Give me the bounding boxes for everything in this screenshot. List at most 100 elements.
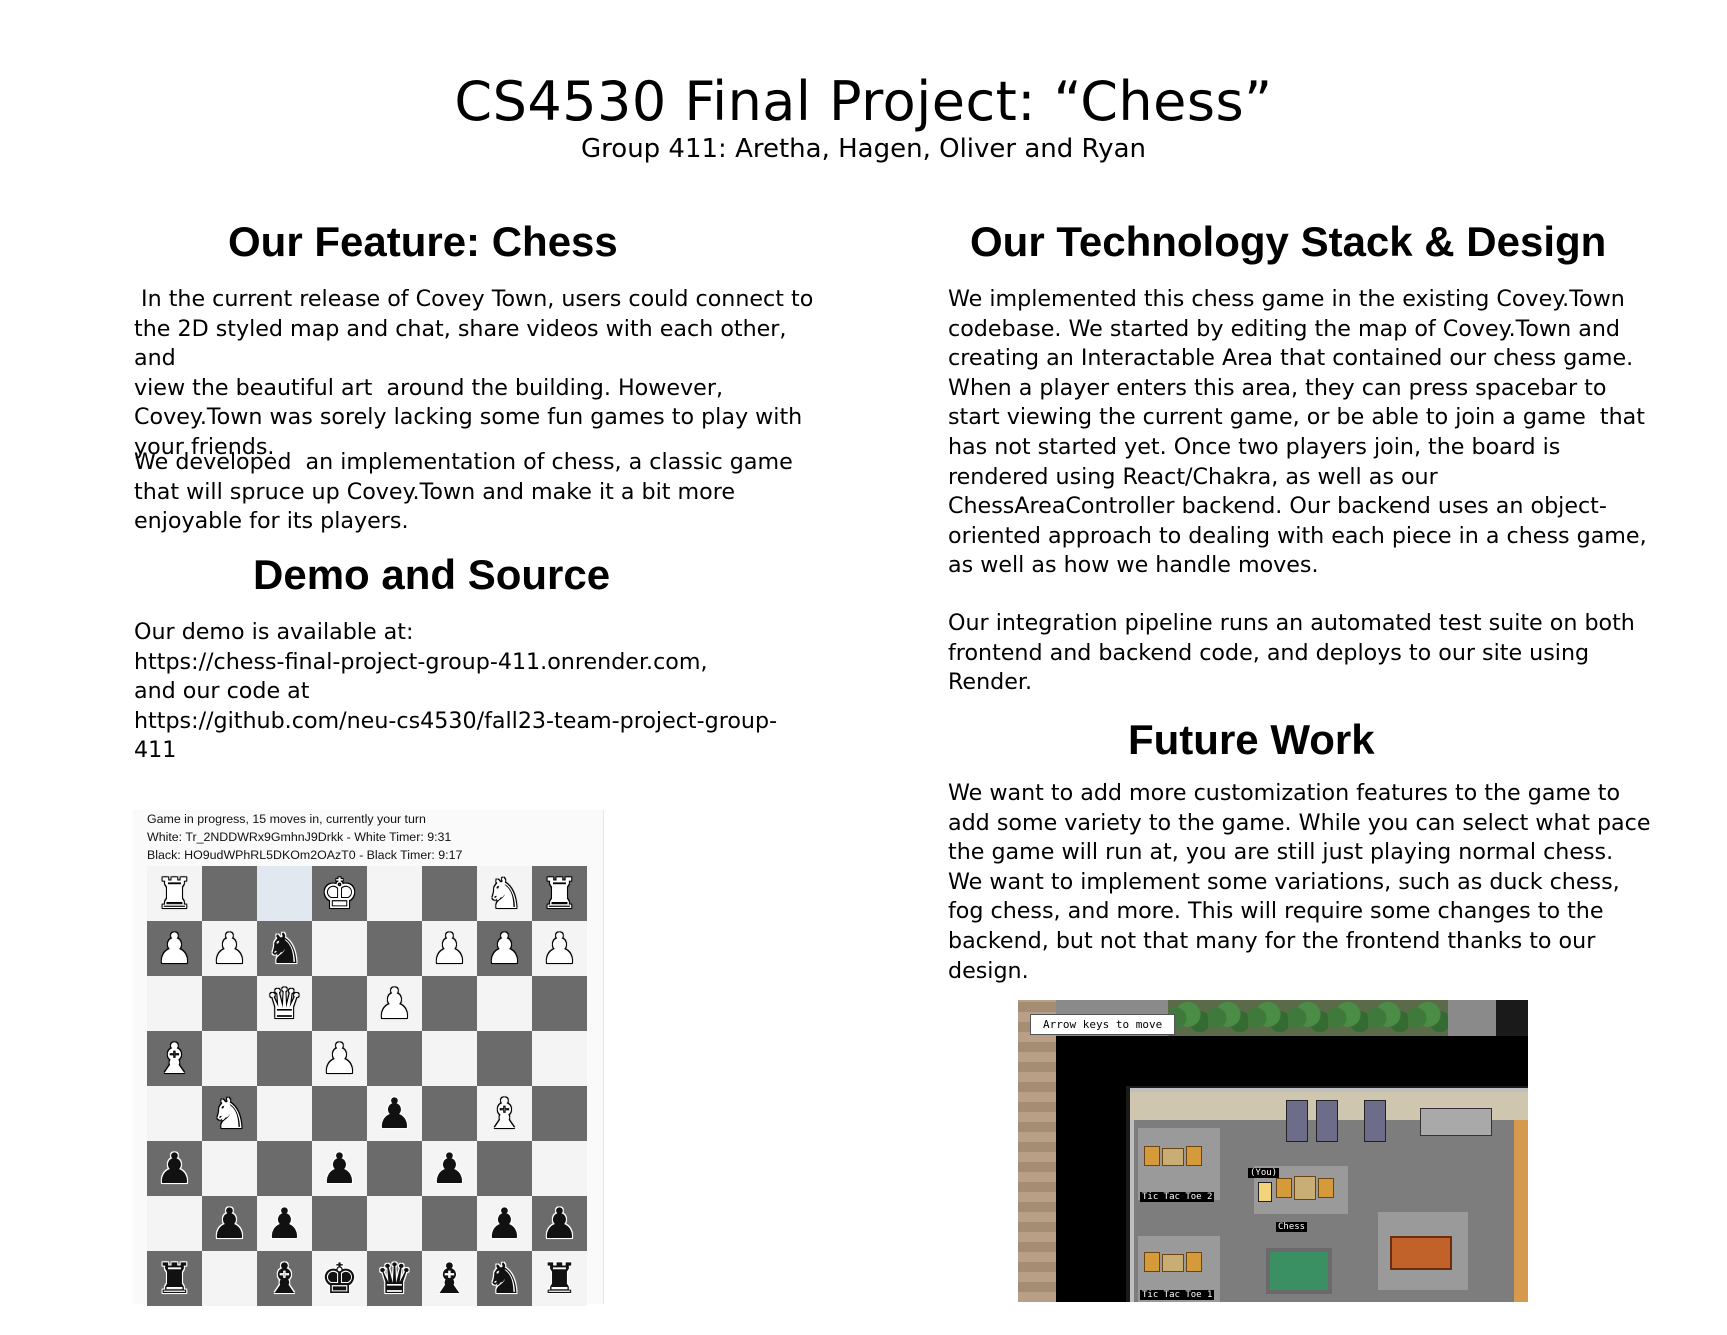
board-square[interactable]: [312, 976, 367, 1031]
board-square[interactable]: [202, 1031, 257, 1086]
board-square[interactable]: ♞: [257, 921, 312, 976]
white-rook-icon[interactable]: ♜: [541, 872, 579, 915]
board-square[interactable]: ♚: [312, 866, 367, 921]
code-link[interactable]: https://github.com/neu-cs4530/fall23-tea…: [134, 707, 814, 737]
board-square[interactable]: ♟: [477, 921, 532, 976]
white-knight-icon[interactable]: ♞: [211, 1092, 249, 1135]
chess-board[interactable]: ♜ ♚ ♞ ♜ ♟ ♟ ♞ ♟ ♟ ♟ ♛ ♟ ♝ ♟ ♞ ♟ ♝ ♟ ♟ ♟ ♟ ♟ ♟ ♟ ♜ ♝ ♚ ♛ ♝ ♞ ♜: [147, 866, 587, 1306]
board-square[interactable]: ♟: [202, 921, 257, 976]
board-square[interactable]: ♟: [202, 1196, 257, 1251]
board-square[interactable]: [367, 866, 422, 921]
board-square[interactable]: [367, 1196, 422, 1251]
board-square[interactable]: [477, 1141, 532, 1196]
board-square[interactable]: ♟: [422, 921, 477, 976]
white-pawn-icon[interactable]: ♟: [376, 982, 414, 1025]
board-square[interactable]: ♝: [147, 1031, 202, 1086]
white-king-icon[interactable]: ♚: [321, 872, 359, 915]
board-square[interactable]: [532, 1031, 587, 1086]
board-square[interactable]: ♜: [532, 1251, 587, 1306]
white-pawn-icon[interactable]: ♟: [541, 927, 579, 970]
white-knight-icon[interactable]: ♞: [486, 872, 524, 915]
board-square[interactable]: [532, 976, 587, 1031]
board-square[interactable]: [257, 866, 312, 921]
board-square[interactable]: [532, 1086, 587, 1141]
black-rook-icon[interactable]: ♜: [156, 1257, 194, 1300]
board-square[interactable]: ♟: [477, 1196, 532, 1251]
board-square[interactable]: [422, 976, 477, 1031]
board-square[interactable]: [312, 1086, 367, 1141]
board-square[interactable]: ♞: [477, 1251, 532, 1306]
board-square[interactable]: ♚: [312, 1251, 367, 1306]
board-square[interactable]: ♟: [367, 976, 422, 1031]
white-pawn-icon[interactable]: ♟: [321, 1037, 359, 1080]
black-pawn-icon[interactable]: ♟: [431, 1147, 469, 1190]
board-square[interactable]: [422, 1086, 477, 1141]
board-square[interactable]: [147, 976, 202, 1031]
code-link-continued[interactable]: 411: [134, 736, 814, 766]
board-square[interactable]: ♟: [147, 921, 202, 976]
black-pawn-icon[interactable]: ♟: [211, 1202, 249, 1245]
board-square[interactable]: ♟: [422, 1141, 477, 1196]
black-bishop-icon[interactable]: ♝: [431, 1257, 469, 1300]
white-queen-icon[interactable]: ♛: [266, 982, 304, 1025]
white-pawn-icon[interactable]: ♟: [486, 927, 524, 970]
board-square[interactable]: ♝: [422, 1251, 477, 1306]
board-square[interactable]: [147, 1196, 202, 1251]
board-square[interactable]: ♜: [147, 1251, 202, 1306]
board-square[interactable]: [202, 866, 257, 921]
black-bishop-icon[interactable]: ♝: [266, 1257, 304, 1300]
black-king-icon[interactable]: ♚: [321, 1257, 359, 1300]
board-square[interactable]: [202, 976, 257, 1031]
black-pawn-icon[interactable]: ♟: [321, 1147, 359, 1190]
board-square[interactable]: [147, 1086, 202, 1141]
board-square[interactable]: ♜: [147, 866, 202, 921]
board-square[interactable]: [202, 1141, 257, 1196]
black-pawn-icon[interactable]: ♟: [266, 1202, 304, 1245]
board-square[interactable]: [312, 921, 367, 976]
board-square[interactable]: [257, 1031, 312, 1086]
board-square[interactable]: ♟: [367, 1086, 422, 1141]
board-square[interactable]: [202, 1251, 257, 1306]
white-rook-icon[interactable]: ♜: [156, 872, 194, 915]
black-knight-icon[interactable]: ♞: [266, 927, 304, 970]
black-pawn-icon[interactable]: ♟: [486, 1202, 524, 1245]
board-square[interactable]: [257, 1086, 312, 1141]
board-square[interactable]: ♟: [532, 921, 587, 976]
white-pawn-icon[interactable]: ♟: [211, 927, 249, 970]
board-square[interactable]: [367, 921, 422, 976]
board-square[interactable]: [422, 1196, 477, 1251]
board-square[interactable]: ♝: [477, 1086, 532, 1141]
white-bishop-icon[interactable]: ♝: [156, 1037, 194, 1080]
board-square[interactable]: [532, 1141, 587, 1196]
board-square[interactable]: [422, 1031, 477, 1086]
board-square[interactable]: [367, 1031, 422, 1086]
black-pawn-icon[interactable]: ♟: [541, 1202, 579, 1245]
black-queen-icon[interactable]: ♛: [376, 1257, 414, 1300]
board-square[interactable]: ♛: [257, 976, 312, 1031]
black-rook-icon[interactable]: ♜: [541, 1257, 579, 1300]
board-square[interactable]: ♟: [312, 1031, 367, 1086]
board-square[interactable]: [367, 1141, 422, 1196]
board-square[interactable]: ♞: [477, 866, 532, 921]
board-square[interactable]: ♟: [147, 1141, 202, 1196]
board-square[interactable]: ♟: [312, 1141, 367, 1196]
board-square[interactable]: [312, 1196, 367, 1251]
board-square[interactable]: ♞: [202, 1086, 257, 1141]
board-square[interactable]: [257, 1141, 312, 1196]
board-square[interactable]: ♟: [532, 1196, 587, 1251]
board-square[interactable]: ♛: [367, 1251, 422, 1306]
white-pawn-icon[interactable]: ♟: [431, 927, 469, 970]
black-pawn-icon[interactable]: ♟: [376, 1092, 414, 1135]
demo-link[interactable]: https://chess-final-project-group-411.on…: [134, 648, 814, 678]
board-square[interactable]: ♟: [257, 1196, 312, 1251]
white-pawn-icon[interactable]: ♟: [156, 927, 194, 970]
board-square[interactable]: [477, 1031, 532, 1086]
board-square[interactable]: ♜: [532, 866, 587, 921]
black-player-text: Black: HO9udWPhRL5DKOm2OAzT0 - Black Tim…: [147, 848, 463, 862]
board-square[interactable]: [422, 866, 477, 921]
board-square[interactable]: ♝: [257, 1251, 312, 1306]
board-square[interactable]: [477, 976, 532, 1031]
white-bishop-icon[interactable]: ♝: [486, 1092, 524, 1135]
black-pawn-icon[interactable]: ♟: [156, 1147, 194, 1190]
black-knight-icon[interactable]: ♞: [486, 1257, 524, 1300]
